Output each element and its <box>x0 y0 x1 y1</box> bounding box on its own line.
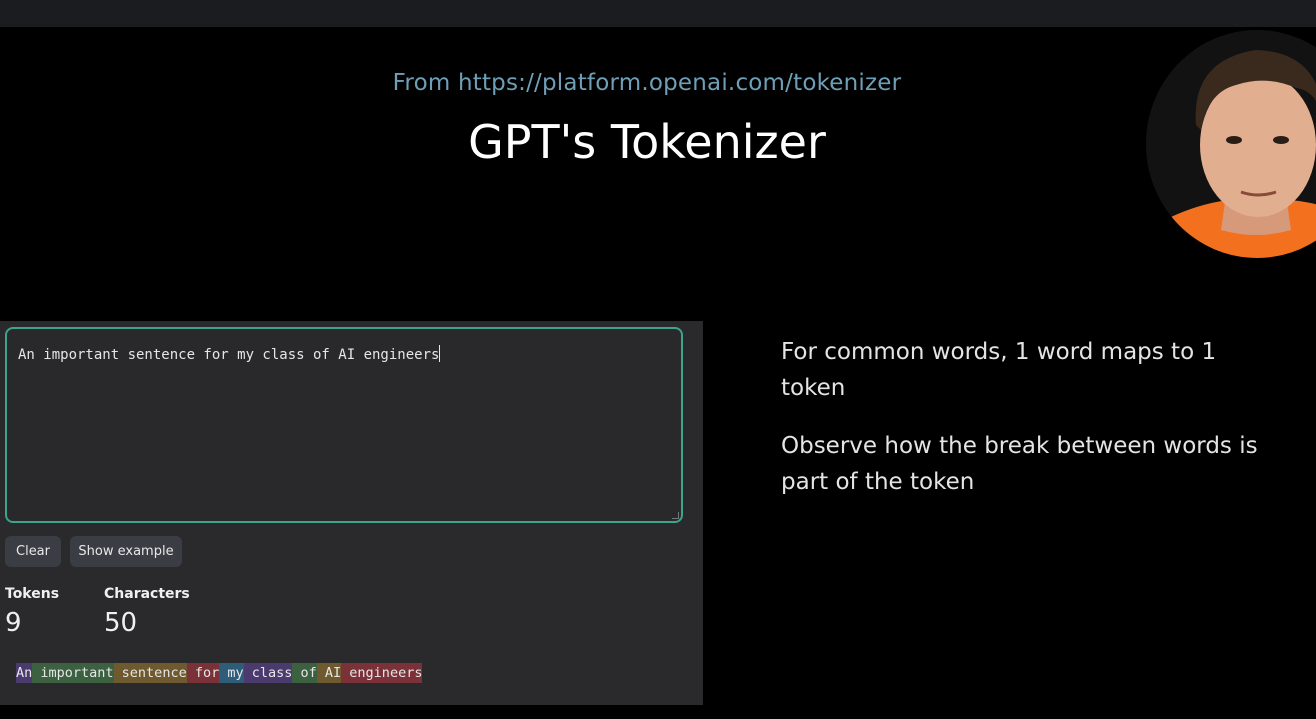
characters-count: 50 <box>104 608 138 638</box>
token-visualization: An important sentence for my class of AI… <box>16 663 423 683</box>
token-chip: engineers <box>341 663 423 683</box>
slide: From https://platform.openai.com/tokeniz… <box>0 0 1316 719</box>
prompt-value: An important sentence for my class of AI… <box>18 347 440 363</box>
slide-notes: For common words, 1 word maps to 1 token… <box>781 334 1281 522</box>
source-link[interactable]: From https://platform.openai.com/tokeniz… <box>0 70 1294 96</box>
token-chip: sentence <box>113 663 187 683</box>
token-chip: of <box>292 663 317 683</box>
tokens-label: Tokens <box>5 586 60 602</box>
token-chip: class <box>243 663 293 683</box>
token-chip: for <box>186 663 220 683</box>
prompt-textarea[interactable]: An important sentence for my class of AI… <box>5 327 683 523</box>
text-caret <box>439 345 441 362</box>
tokens-count: 9 <box>5 608 22 638</box>
slide-title: GPT's Tokenizer <box>468 115 826 169</box>
tokenizer-panel: An important sentence for my class of AI… <box>0 321 703 705</box>
prompt-text: An important sentence for my class of AI… <box>18 345 441 363</box>
resize-handle[interactable] <box>672 512 679 519</box>
note-common-words: For common words, 1 word maps to 1 token <box>781 339 1217 401</box>
note-word-break: Observe how the break between words is p… <box>781 433 1258 495</box>
characters-label: Characters <box>104 586 190 602</box>
token-chip: my <box>219 663 244 683</box>
token-chip: important <box>32 663 114 683</box>
token-chip: An <box>16 663 33 683</box>
show-example-button[interactable]: Show example <box>70 536 182 567</box>
top-bar <box>0 0 1316 27</box>
token-chip: AI <box>316 663 342 683</box>
clear-button[interactable]: Clear <box>5 536 61 567</box>
presenter-webcam <box>1146 30 1316 258</box>
